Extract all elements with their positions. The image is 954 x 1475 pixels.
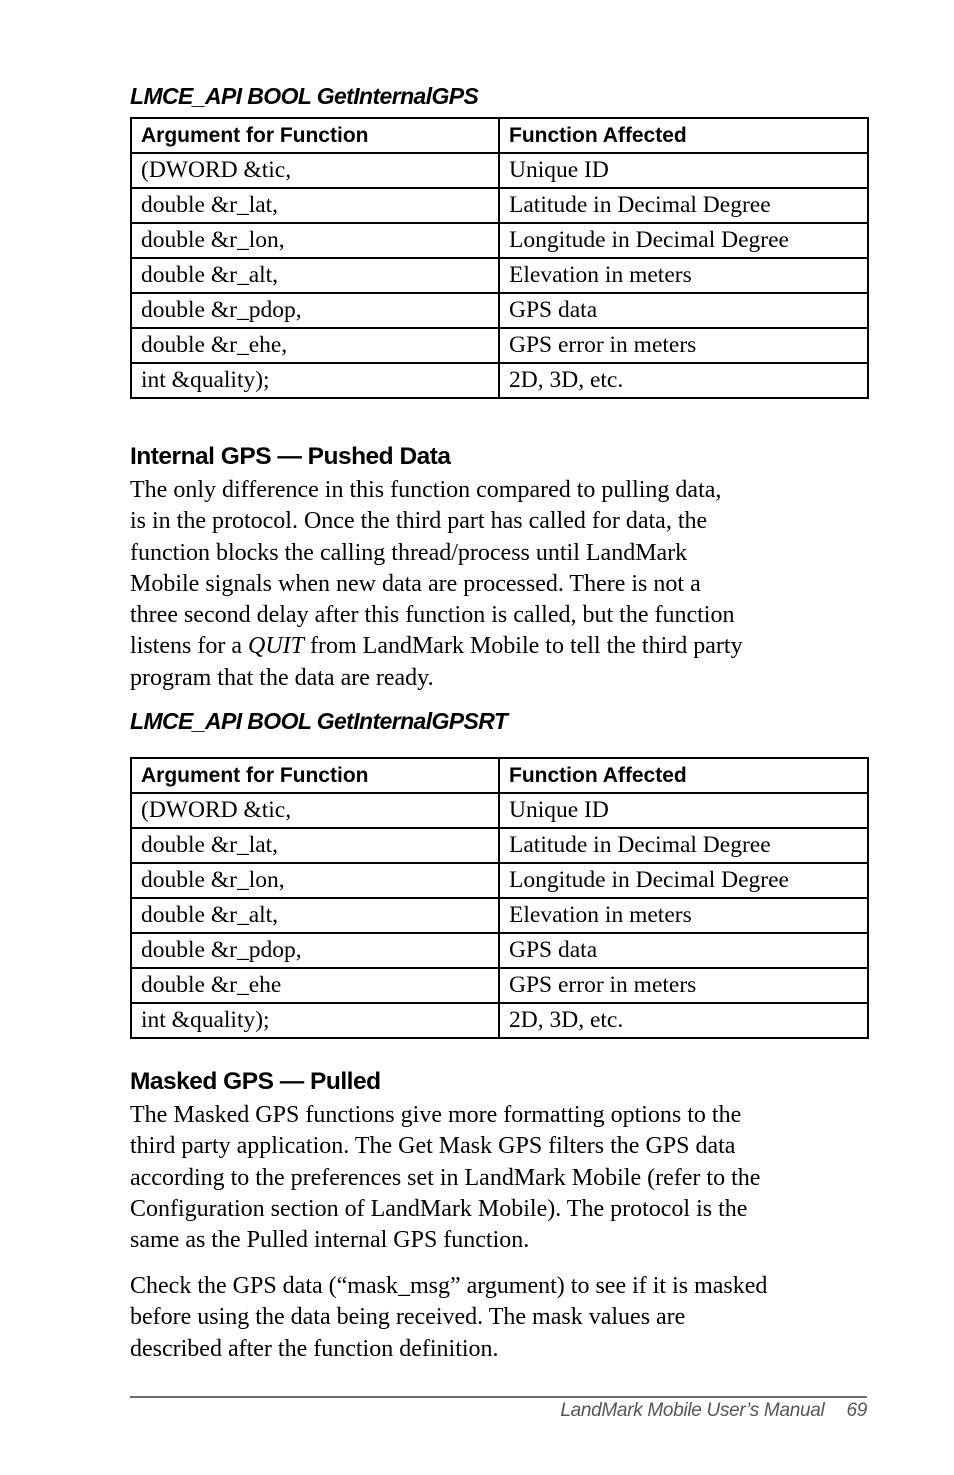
paragraph-line: Mobile signals when new data are process… <box>130 570 701 597</box>
table-row: double &r_lon, Longitude in Decimal Degre… <box>130 862 869 899</box>
table-row: (DWORD &tic, Unique ID <box>130 792 869 829</box>
table-row: double &r_ehe, GPS error in meters <box>130 327 869 364</box>
header-argument: Argument for Function <box>130 117 500 154</box>
paragraph-line: The only difference in this function com… <box>130 477 722 503</box>
pushed-data-paragraph: The only difference in this function com… <box>130 475 870 694</box>
header-function-affected: Function Affected <box>498 757 869 794</box>
table-row: double &r_alt, Elevation in meters <box>130 897 869 934</box>
argument-cell: double &r_alt, <box>130 897 500 934</box>
text-fragment: listens for a <box>130 633 248 660</box>
paragraph-line: according to the preferences set in Land… <box>130 1164 761 1191</box>
argument-cell: int &quality); <box>130 362 500 399</box>
affected-cell: Latitude in Decimal Degree <box>498 827 869 864</box>
footer-divider <box>130 1396 867 1398</box>
function-title-getinternalgpsrt: LMCE_API BOOL GetInternalGPSRT <box>130 708 508 734</box>
table-row: double &r_pdop, GPS data <box>130 932 869 969</box>
affected-cell: Elevation in meters <box>498 257 869 294</box>
section-heading-masked-gps-pulled: Masked GPS — Pulled <box>130 1068 381 1095</box>
argument-cell: double &r_alt, <box>130 257 500 294</box>
paragraph-line: The Masked GPS functions give more forma… <box>130 1102 742 1128</box>
affected-cell: 2D, 3D, etc. <box>498 362 869 399</box>
table-header-row: Argument for Function Function Affected <box>130 757 869 794</box>
argument-cell: double &r_lon, <box>130 222 500 259</box>
affected-cell: 2D, 3D, etc. <box>498 1002 869 1039</box>
table-row: double &r_lon, Longitude in Decimal Degre… <box>130 222 869 259</box>
affected-cell: Unique ID <box>498 152 869 189</box>
args-table-getinternalgps: Argument for Function Function Affected … <box>130 117 869 399</box>
paragraph-line: described after the function definition. <box>130 1335 499 1362</box>
affected-cell: Elevation in meters <box>498 897 869 934</box>
table-row: int &quality); 2D, 3D, etc. <box>130 362 869 399</box>
argument-cell: double &r_ehe <box>130 967 500 1004</box>
paragraph-line: third party application. The Get Mask GP… <box>130 1133 736 1160</box>
paragraph-line: function blocks the calling thread/proce… <box>130 539 688 566</box>
text-fragment: from LandMark Mobile to tell the third p… <box>304 633 743 660</box>
affected-cell: Longitude in Decimal Degree <box>498 222 869 259</box>
affected-cell: GPS error in meters <box>498 327 869 364</box>
table-row: double &r_lat, Latitude in Decimal Degree <box>130 827 869 864</box>
affected-cell: GPS data <box>498 292 869 329</box>
table-row: double &r_ehe GPS error in meters <box>130 967 869 1004</box>
quit-keyword: QUIT <box>247 633 304 660</box>
paragraph-line: Configuration section of LandMark Mobile… <box>130 1195 748 1222</box>
argument-cell: double &r_pdop, <box>130 292 500 329</box>
table-row: double &r_alt, Elevation in meters <box>130 257 869 294</box>
table-row: double &r_lat, Latitude in Decimal Degree <box>130 187 869 224</box>
argument-cell: double &r_lat, <box>130 187 500 224</box>
paragraph-line: same as the Pulled internal GPS function… <box>130 1227 530 1254</box>
argument-cell: (DWORD &tic, <box>130 152 500 189</box>
affected-cell: Longitude in Decimal Degree <box>498 862 869 899</box>
argument-cell: double &r_ehe, <box>130 327 500 364</box>
paragraph-line: three second delay after this function i… <box>130 602 735 629</box>
paragraph-line: is in the protocol. Once the third part … <box>130 508 708 535</box>
masked-gps-paragraph-1: The Masked GPS functions give more forma… <box>130 1100 870 1256</box>
page-footer: LandMark Mobile User’s Manual 69 <box>560 1400 867 1422</box>
paragraph-line: Check the GPS data (“mask_msg” argument)… <box>130 1273 768 1299</box>
masked-gps-paragraph-2: Check the GPS data (“mask_msg” argument)… <box>130 1271 870 1365</box>
table-header-row: Argument for Function Function Affected <box>130 117 869 154</box>
affected-cell: Unique ID <box>498 792 869 829</box>
paragraph-line: listens for a QUIT from LandMark Mobile … <box>130 631 870 662</box>
args-table-getinternalgpsrt: Argument for Function Function Affected … <box>130 757 869 1039</box>
header-function-affected: Function Affected <box>498 117 869 154</box>
table-row: (DWORD &tic, Unique ID <box>130 152 869 189</box>
affected-cell: GPS error in meters <box>498 967 869 1004</box>
page-number: 69 <box>846 1400 867 1421</box>
paragraph-line: before using the data being received. Th… <box>130 1304 686 1331</box>
argument-cell: int &quality); <box>130 1002 500 1039</box>
header-argument: Argument for Function <box>130 757 500 794</box>
manual-title: LandMark Mobile User’s Manual <box>560 1400 825 1421</box>
table-row: double &r_pdop, GPS data <box>130 292 869 329</box>
argument-cell: double &r_lon, <box>130 862 500 899</box>
paragraph-line: program that the data are ready. <box>130 664 434 691</box>
affected-cell: Latitude in Decimal Degree <box>498 187 869 224</box>
affected-cell: GPS data <box>498 932 869 969</box>
argument-cell: double &r_pdop, <box>130 932 500 969</box>
argument-cell: double &r_lat, <box>130 827 500 864</box>
section-heading-pushed-data: Internal GPS — Pushed Data <box>130 443 451 470</box>
function-title-getinternalgps: LMCE_API BOOL GetInternalGPS <box>130 83 479 109</box>
table-row: int &quality); 2D, 3D, etc. <box>130 1002 869 1039</box>
argument-cell: (DWORD &tic, <box>130 792 500 829</box>
